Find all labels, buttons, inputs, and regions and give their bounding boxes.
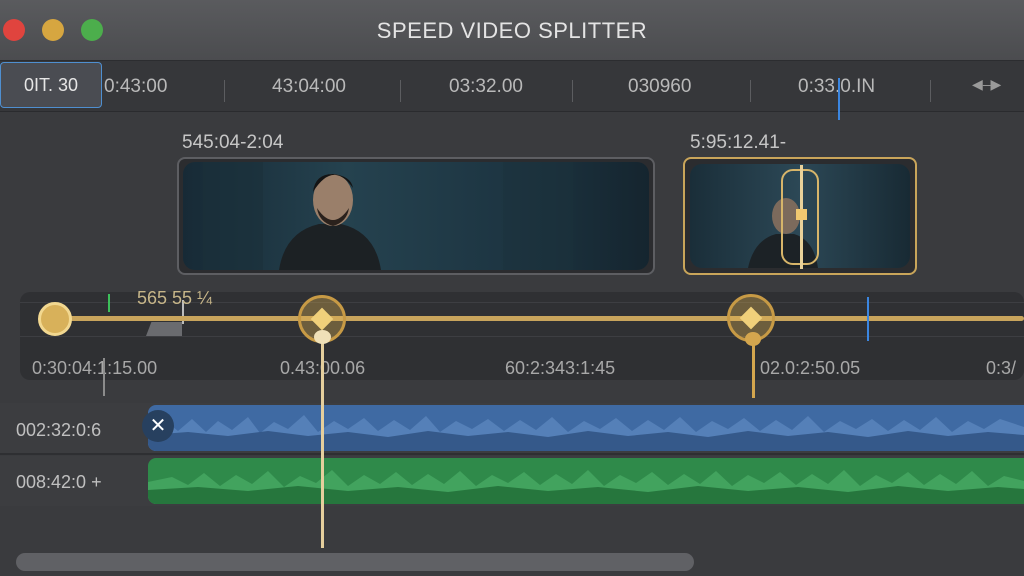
ruler-nav-arrows-icon[interactable]: ◀–▶ xyxy=(972,76,1001,93)
timeline-time-label: 0:3/ xyxy=(986,358,1017,378)
speed-value-label: 565 55 ¼ xyxy=(137,288,213,308)
window-title: SPEED VIDEO SPLITTER xyxy=(376,18,648,43)
audio-waveform-green[interactable] xyxy=(148,458,1024,504)
split-handle-icon[interactable] xyxy=(796,209,807,220)
selected-video-clip[interactable] xyxy=(683,157,917,275)
ruler-label: 0:33.0.IN xyxy=(798,76,876,97)
playhead-line[interactable] xyxy=(321,336,324,548)
timeline-marker xyxy=(103,358,105,396)
clip-timecode-label: 5:95:12.41- xyxy=(690,132,787,153)
audio-waveform-blue[interactable] xyxy=(148,405,1024,451)
speed-curve-line[interactable] xyxy=(56,316,1024,321)
ruler-label: 03:32.00 xyxy=(449,76,523,97)
out-point-marker[interactable] xyxy=(867,297,869,341)
track-name-label: 008:42:0 + xyxy=(16,472,102,492)
speed-ramp-icon xyxy=(146,322,182,336)
ruler-label: 0:43:00 xyxy=(104,76,168,97)
timeline-time-label: 60:2:343:1:45 xyxy=(505,358,616,378)
ruler-tick xyxy=(930,80,931,102)
playhead-handle[interactable] xyxy=(314,330,331,344)
ruler-tick xyxy=(750,80,751,102)
track-name-label: 002:32:0:6 xyxy=(16,420,102,440)
track-divider xyxy=(0,453,1024,455)
ruler-tick xyxy=(400,80,401,102)
ruler-label: 43:04:00 xyxy=(272,76,346,97)
ruler-marker[interactable] xyxy=(838,78,840,120)
ruler-tick xyxy=(224,80,225,102)
speed-start-handle[interactable] xyxy=(38,302,72,336)
clip-thumbnail xyxy=(183,162,649,270)
timeline-time-label: 02.0:2:50.05 xyxy=(760,358,861,378)
ruler-tick xyxy=(572,80,573,102)
title-bar: SPEED VIDEO SPLITTER xyxy=(0,0,1024,61)
timeline-grid-line xyxy=(20,336,1024,337)
ruler-label: 030960 xyxy=(628,76,692,97)
keyframe-stem-cap xyxy=(745,332,761,346)
timeline-time-label: 0:30:04:1:15.00 xyxy=(32,358,158,378)
clip-timecode-label: 545:04-2:04 xyxy=(182,132,284,153)
video-clip[interactable] xyxy=(177,157,655,275)
in-point-marker[interactable] xyxy=(108,294,110,312)
horizontal-scrollbar[interactable] xyxy=(16,553,694,571)
current-timecode-field[interactable]: 0IT. 30 xyxy=(0,62,102,108)
remove-track-x-icon[interactable]: ✕ xyxy=(142,410,174,442)
